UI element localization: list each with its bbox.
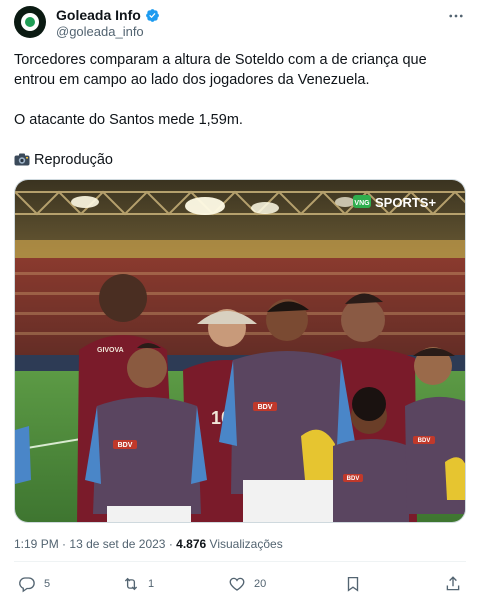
camera-icon [14, 153, 30, 166]
broadcaster-logo: VNG SPORTS+ [353, 195, 436, 210]
more-options-button[interactable] [446, 6, 466, 26]
retweet-count: 1 [148, 578, 155, 590]
verified-badge-icon [145, 8, 159, 22]
meta-separator: · [168, 537, 173, 551]
tweet-text: Torcedores comparam a altura de Soteldo … [14, 50, 466, 170]
display-name[interactable]: Goleada Info [56, 7, 141, 23]
meta-separator: · [62, 537, 67, 551]
tweet-line-2: O atacante do Santos mede 1,59m. [14, 112, 243, 128]
name-row: Goleada Info [56, 6, 160, 24]
tweet-date[interactable]: 13 de set de 2023 [69, 537, 165, 551]
heart-icon [229, 577, 245, 591]
tweet-meta: 1:19 PM · 13 de set de 2023 · 4.876 Visu… [14, 537, 283, 551]
svg-text:SPORTS+: SPORTS+ [375, 195, 436, 210]
divider [14, 561, 466, 562]
retweet-button[interactable]: 1 [122, 572, 154, 596]
tweet-time[interactable]: 1:19 PM [14, 537, 59, 551]
svg-text:BDV: BDV [118, 442, 133, 449]
svg-text:GIVOVA: GIVOVA [97, 347, 124, 354]
views-label: Visualizações [209, 537, 283, 551]
reply-count: 5 [44, 578, 51, 590]
svg-text:BDV: BDV [258, 404, 273, 411]
svg-text:BDV: BDV [347, 476, 360, 482]
svg-text:BDV: BDV [418, 438, 431, 444]
tweet-header: Goleada Info @goleada_info [14, 6, 466, 42]
views-count: 4.876 [176, 537, 207, 551]
share-button[interactable] [444, 572, 462, 596]
retweet-icon [124, 577, 138, 591]
handle[interactable]: @goleada_info [56, 24, 144, 39]
like-button[interactable]: 20 [228, 572, 266, 596]
reply-icon [19, 577, 35, 593]
svg-text:VNG: VNG [354, 200, 370, 207]
more-icon [449, 14, 463, 18]
tweet-media-photo[interactable]: VNG SPORTS+ 13 GIVOVA 10 [14, 179, 466, 523]
action-bar: 5 1 20 [14, 572, 466, 596]
bookmark-icon [347, 576, 359, 592]
tweet-line-1: Torcedores comparam a altura de Soteldo … [14, 52, 427, 88]
stadium-photo: VNG SPORTS+ 13 GIVOVA 10 [15, 180, 465, 522]
tweet-line-3: Reprodução [14, 150, 466, 170]
avatar[interactable] [14, 6, 46, 38]
like-count: 20 [254, 578, 267, 590]
share-icon [446, 576, 460, 591]
reply-button[interactable]: 5 [18, 572, 50, 596]
bookmark-button[interactable] [344, 572, 362, 596]
credit-label: Reprodução [34, 152, 113, 168]
